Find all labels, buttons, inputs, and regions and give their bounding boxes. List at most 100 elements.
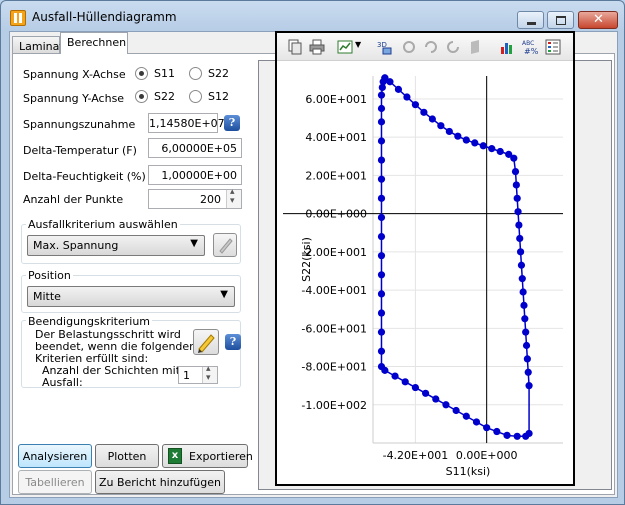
edit-termination-button[interactable]: [193, 329, 219, 355]
export-button[interactable]: x Exportieren: [162, 444, 253, 468]
data-point: [503, 431, 511, 439]
failure-criterion-select[interactable]: Max. Spannung ▼: [27, 235, 205, 256]
close-button[interactable]: ✕: [578, 11, 618, 29]
print-icon[interactable]: [309, 39, 325, 55]
position-value: Mitte: [33, 290, 61, 303]
data-point: [437, 122, 445, 130]
data-point: [472, 418, 481, 426]
data-point: [377, 175, 386, 183]
bar-chart-icon[interactable]: [499, 39, 515, 55]
data-point: [454, 132, 462, 140]
data-point: [479, 142, 487, 150]
x-axis-s11-label[interactable]: S11: [154, 67, 175, 80]
x-axis-label: S11(ksi): [446, 465, 491, 478]
data-point: [462, 412, 470, 420]
stress-increment-input[interactable]: 1,14580E+07: [148, 113, 225, 133]
delta-temperature-label: Delta-Temperatur (F): [23, 144, 137, 157]
export-label: Exportieren: [189, 450, 253, 463]
help-icon[interactable]: ?: [224, 115, 240, 131]
tabulate-button[interactable]: Tabellieren: [18, 470, 92, 494]
refresh-icon[interactable]: [445, 39, 461, 55]
copy-icon[interactable]: [287, 39, 303, 55]
delta-temperature-input[interactable]: 6,00000E+05: [148, 138, 242, 158]
y-tick-label: -8.00E+001: [301, 361, 367, 374]
stepper-arrows-icon[interactable]: [226, 187, 241, 208]
data-point: [496, 147, 504, 156]
plot-button[interactable]: Plotten: [95, 444, 159, 468]
stepper-arrows-icon[interactable]: [202, 364, 217, 383]
data-point: [520, 301, 528, 309]
help-icon[interactable]: ?: [225, 334, 241, 350]
data-point: [377, 252, 386, 260]
legend-icon[interactable]: [545, 39, 561, 55]
move-icon[interactable]: [401, 39, 417, 55]
series-envelope: [377, 74, 533, 440]
maximize-button[interactable]: [547, 11, 574, 29]
y-axis-s12-radio[interactable]: [189, 90, 202, 103]
minimize-button[interactable]: [517, 11, 544, 29]
x-axis-s22-radio[interactable]: [189, 67, 202, 80]
y-axis-label: S22(ksi): [300, 237, 313, 282]
data-point: [521, 315, 529, 323]
add-to-report-button[interactable]: Zu Bericht hinzufügen: [95, 470, 225, 494]
app-window: Ausfall-Hüllendiagramm ✕ Laminat Berechn…: [0, 0, 625, 505]
data-point: [510, 154, 518, 162]
chart-type-icon[interactable]: [337, 39, 353, 55]
data-point: [522, 341, 531, 350]
y-axis-s22-radio[interactable]: [135, 90, 148, 103]
x-tick-label: 0.00E+000: [456, 449, 518, 462]
position-select[interactable]: Mitte ▼: [27, 286, 235, 307]
analyze-button[interactable]: Analysieren: [18, 444, 92, 468]
data-point: [483, 424, 491, 432]
y-tick-label: -1.00E+002: [301, 399, 367, 412]
chart-frame: ▼ 3D ABC #% 6.00E+001 4.00E+001 2.00E+001 0.…: [275, 31, 575, 486]
data-point: [377, 362, 386, 371]
data-point: [445, 127, 453, 136]
tab-berechnen[interactable]: Berechnen: [60, 32, 128, 54]
edit-criterion-button[interactable]: [213, 233, 237, 257]
num-points-stepper[interactable]: 200: [148, 187, 242, 209]
y-tick-label: 2.00E+001: [305, 169, 367, 182]
chevron-down-icon: ▼: [190, 238, 198, 249]
data-point: [377, 290, 386, 298]
data-point: [516, 234, 524, 243]
y-tick-label: -4.00E+001: [301, 284, 367, 297]
data-labels-icon[interactable]: ABC#%: [522, 39, 538, 55]
chart-grid: [373, 76, 563, 443]
y-axis-s12-label[interactable]: S12: [208, 90, 229, 103]
data-point: [428, 115, 436, 123]
failed-layers-stepper[interactable]: 1: [178, 364, 218, 384]
data-point: [517, 261, 526, 269]
close-icon: ✕: [593, 12, 604, 27]
title-bar[interactable]: Ausfall-Hüllendiagramm ✕: [1, 1, 624, 31]
data-point: [515, 221, 523, 229]
3d-icon[interactable]: 3D: [377, 39, 393, 55]
data-point: [511, 167, 520, 176]
data-point: [377, 194, 386, 202]
x-axis-s22-label[interactable]: S22: [208, 67, 229, 80]
app-icon: [10, 10, 26, 26]
position-group: Position Mitte ▼: [21, 269, 241, 313]
data-point: [488, 145, 496, 153]
y-axis-s22-label[interactable]: S22: [154, 90, 175, 103]
data-point: [403, 93, 411, 101]
chevron-down-icon[interactable]: ▼: [355, 40, 361, 49]
data-point: [377, 232, 386, 241]
data-point: [452, 406, 460, 415]
delta-moisture-input[interactable]: 1,00000E+00: [148, 165, 242, 185]
num-points-value: 200: [200, 193, 221, 206]
data-point: [377, 328, 386, 336]
x-axis-label: Spannung X-Achse: [23, 68, 126, 81]
data-point: [516, 248, 525, 256]
rotate-icon[interactable]: [423, 39, 439, 55]
y-tick-label: -6.00E+001: [301, 322, 367, 335]
x-axis-s11-radio[interactable]: [135, 67, 148, 80]
failed-layers-label-2: Ausfall:: [42, 376, 83, 389]
perspective-icon[interactable]: [467, 39, 483, 55]
num-points-label: Anzahl der Punkte: [23, 193, 124, 206]
data-point: [394, 85, 403, 93]
tab-laminat[interactable]: Laminat: [12, 36, 64, 53]
data-point: [377, 137, 386, 145]
data-point: [524, 368, 532, 376]
data-point: [391, 372, 399, 380]
